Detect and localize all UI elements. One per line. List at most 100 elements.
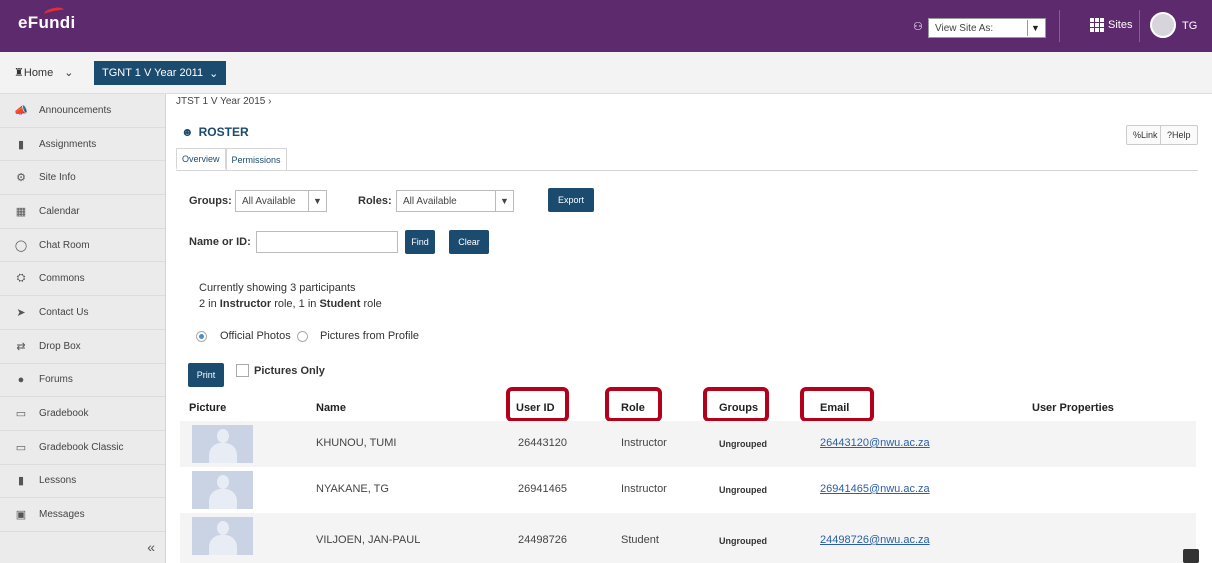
- export-button[interactable]: Export: [548, 188, 594, 212]
- user-initials[interactable]: TG: [1182, 20, 1197, 32]
- home-tab[interactable]: ♜Home ⌄: [14, 66, 74, 79]
- sidebar-item-assignments[interactable]: ▮ Assignments: [0, 128, 165, 162]
- chat-icon: ◯: [14, 239, 28, 252]
- sidebar-item-contact-us[interactable]: ➤ Contact Us: [0, 296, 165, 330]
- header-divider: [1139, 10, 1140, 42]
- breadcrumb-site[interactable]: JTST 1 V Year 2015: [176, 96, 265, 107]
- highlight-box: [506, 387, 569, 422]
- view-site-as-select[interactable]: View Site As: ▼: [928, 18, 1046, 38]
- sidebar-item-label: Site Info: [39, 172, 76, 184]
- pictures-only-checkbox[interactable]: [236, 364, 249, 377]
- participant-name: VILJOEN, JAN-PAUL: [316, 534, 421, 546]
- caret-down-icon: ▼: [495, 191, 513, 211]
- participant-user-id: 26941465: [518, 483, 567, 495]
- book-icon: ▭: [15, 408, 27, 421]
- official-photos-label: Official Photos: [220, 330, 291, 342]
- sidebar-item-commons[interactable]: ⛭ Commons: [0, 262, 165, 297]
- find-button[interactable]: Find: [405, 230, 435, 254]
- sidebar-item-label: Announcements: [39, 104, 112, 116]
- groups-select[interactable]: All Available ▼: [235, 190, 327, 212]
- sidebar-item-announcements[interactable]: 📣 Announcements: [0, 94, 165, 128]
- breadcrumb[interactable]: JTST 1 V Year 2015 ›: [176, 96, 271, 107]
- participant-role: Student: [621, 534, 659, 546]
- chevron-down-icon: ⌄: [209, 67, 219, 80]
- role-counts: 2 in Instructor role, 1 in Student role: [199, 298, 382, 310]
- participant-groups: Ungrouped: [719, 485, 767, 495]
- groups-select-value: All Available: [242, 195, 296, 207]
- sites-button[interactable]: Sites: [1090, 18, 1132, 32]
- avatar[interactable]: [1150, 12, 1176, 38]
- sidebar-item-chat-room[interactable]: ◯ Chat Room: [0, 229, 165, 263]
- current-site-tab[interactable]: TGNT 1 V Year 2011 ⌄: [94, 61, 227, 85]
- participant-email-link[interactable]: 24498726@nwu.ac.za: [820, 534, 930, 546]
- site-nav: ♜Home ⌄ TGNT 1 V Year 2011 ⌄: [0, 52, 1212, 94]
- sidebar-item-label: Drop Box: [39, 340, 81, 352]
- tab-divider: [176, 170, 1198, 171]
- chevron-right-icon: ›: [268, 96, 272, 107]
- participant-user-id: 26443120: [518, 437, 567, 449]
- home-label: Home: [23, 67, 54, 79]
- profile-pictures-radio[interactable]: [297, 331, 308, 342]
- participant-name: NYAKANE, TG: [316, 483, 389, 495]
- official-photos-radio[interactable]: [196, 331, 207, 342]
- chat-widget-icon[interactable]: [1183, 549, 1199, 563]
- user-icon: ⚇: [913, 21, 923, 33]
- sidebar-item-gradebook-classic[interactable]: ▭ Gradebook Classic: [0, 431, 165, 465]
- sidebar-item-gradebook[interactable]: ▭ Gradebook: [0, 397, 165, 431]
- highlight-box: [605, 387, 662, 422]
- link-icon: %: [1133, 130, 1142, 140]
- sidebar-item-label: Messages: [39, 509, 85, 521]
- help-button[interactable]: ? Help: [1160, 125, 1198, 145]
- role-counts-prefix: 2 in: [199, 298, 220, 310]
- tab-permissions[interactable]: Permissions: [225, 148, 287, 170]
- roles-select-value: All Available: [403, 195, 457, 207]
- highlight-box: [703, 387, 769, 422]
- sidebar-item-calendar[interactable]: ▦ Calendar: [0, 195, 165, 229]
- sidebar-item-messages[interactable]: ▣ Messages: [0, 498, 165, 532]
- tab-overview[interactable]: Overview: [176, 148, 226, 170]
- name-or-id-input[interactable]: [256, 231, 398, 253]
- highlight-box: [800, 387, 874, 422]
- sidebar-item-label: Forums: [39, 374, 73, 386]
- sidebar-item-forums[interactable]: ● Forums: [0, 364, 165, 398]
- caret-down-icon[interactable]: ▼: [1027, 20, 1043, 36]
- bank-icon: ⛭: [16, 272, 26, 285]
- table-row: NYAKANE, TG 26941465 Instructor Ungroupe…: [180, 467, 1196, 513]
- tool-sidebar: 📣 Announcements ▮ Assignments ⚙ Site Info ▦…: [0, 94, 166, 563]
- sidebar-item-site-info[interactable]: ⚙ Site Info: [0, 161, 165, 196]
- role-counts-student: Student: [319, 298, 361, 310]
- participant-name: KHUNOU, TUMI: [316, 437, 397, 449]
- sidebar-item-label: Commons: [39, 273, 85, 285]
- inbox-icon: ▣: [15, 509, 27, 522]
- name-or-id-label: Name or ID:: [189, 236, 251, 248]
- sidebar-item-label: Lessons: [39, 475, 77, 487]
- column-header-name[interactable]: Name: [316, 402, 346, 414]
- lessons-icon: ▮: [17, 475, 25, 488]
- participant-email-link[interactable]: 26443120@nwu.ac.za: [820, 437, 930, 449]
- sidebar-item-label: Contact Us: [39, 306, 89, 318]
- participant-user-id: 24498726: [518, 534, 567, 546]
- link-button[interactable]: % Link: [1126, 125, 1165, 145]
- collapse-sidebar-icon[interactable]: «: [147, 539, 155, 555]
- sites-label: Sites: [1108, 19, 1133, 31]
- profile-photo[interactable]: [192, 517, 253, 555]
- profile-photo[interactable]: [192, 471, 253, 509]
- header-divider: [1059, 10, 1060, 42]
- table-row: VILJOEN, JAN-PAUL 24498726 Student Ungro…: [180, 513, 1196, 563]
- roster-tabs: Overview Permissions: [176, 148, 287, 170]
- role-counts-suffix: role: [360, 298, 382, 310]
- users-icon: ☻: [181, 125, 194, 139]
- clear-button[interactable]: Clear: [449, 230, 489, 254]
- participant-email-link[interactable]: 26941465@nwu.ac.za: [820, 483, 930, 495]
- sidebar-item-lessons[interactable]: ▮ Lessons: [0, 465, 165, 499]
- participant-groups: Ungrouped: [719, 439, 767, 449]
- exchange-icon: ⇄: [16, 340, 26, 353]
- roles-select[interactable]: All Available ▼: [396, 190, 514, 212]
- sidebar-item-drop-box[interactable]: ⇄ Drop Box: [0, 330, 165, 364]
- help-button-label: Help: [1172, 130, 1191, 140]
- current-site-label: TGNT 1 V Year 2011: [102, 67, 204, 79]
- print-button[interactable]: Print: [188, 363, 224, 387]
- profile-photo[interactable]: [192, 425, 253, 463]
- participant-role: Instructor: [621, 483, 667, 495]
- sidebar-item-label: Chat Room: [39, 239, 90, 251]
